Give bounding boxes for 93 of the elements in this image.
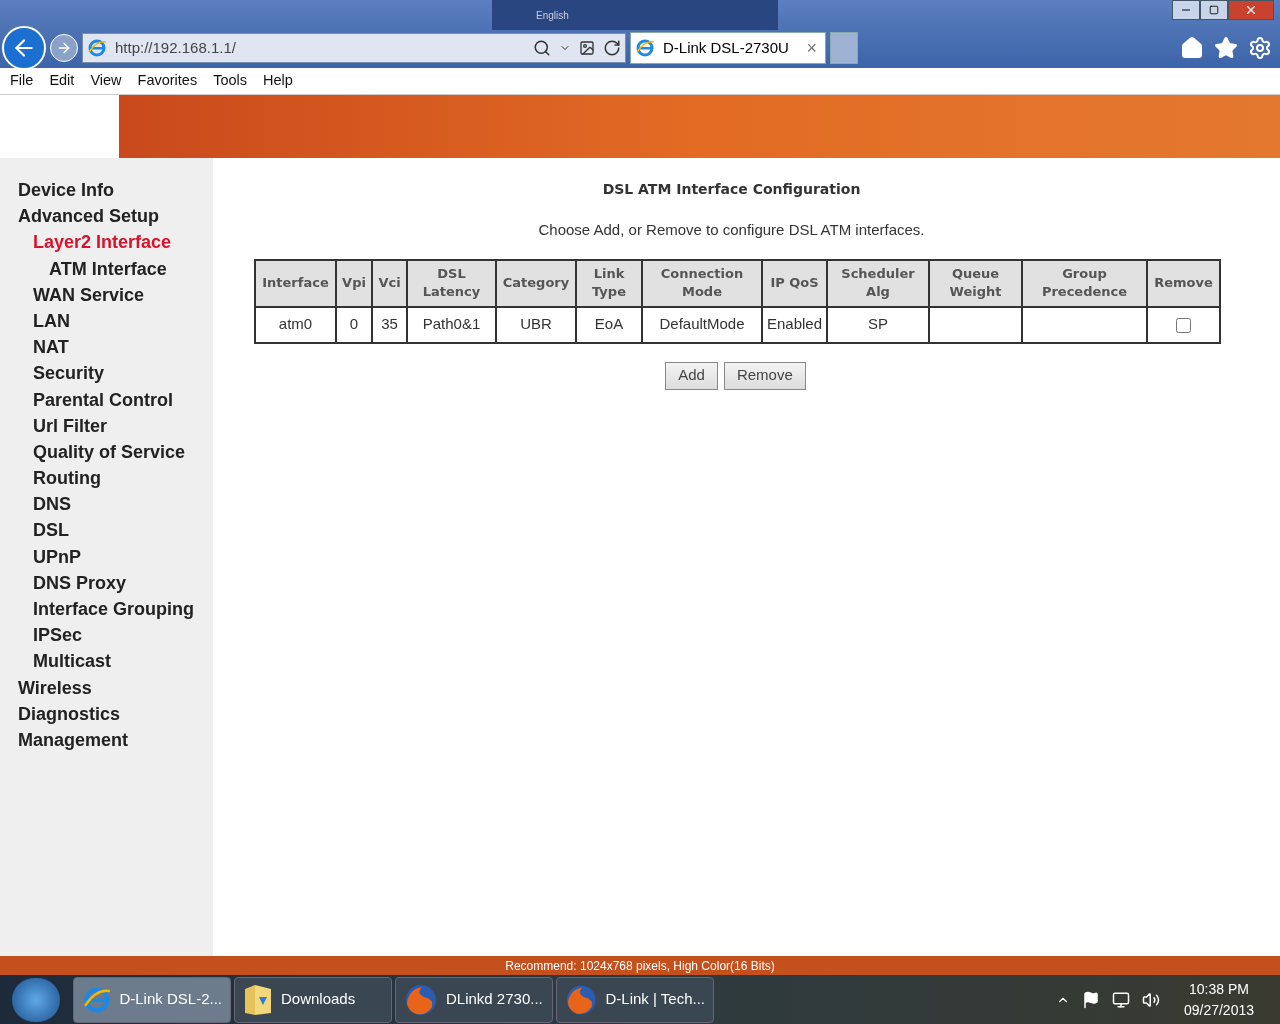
start-button[interactable] [12, 977, 60, 1022]
favorites-icon[interactable] [1214, 36, 1238, 60]
table-cell: 0 [336, 306, 372, 343]
column-header: IP QoS [762, 259, 827, 307]
sidebar-item[interactable]: Url Filter [0, 412, 213, 439]
table-cell: atm0 [255, 306, 336, 343]
sidebar-item[interactable]: Wireless [0, 674, 213, 701]
taskbar-label: D-Link DSL-2... [119, 989, 222, 1010]
taskbar-label: D-Link | Tech... [605, 989, 705, 1010]
table-cell: Path0&1 [407, 306, 496, 343]
taskbar-label: Downloads [281, 989, 356, 1010]
sidebar-item[interactable]: DNS Proxy [0, 569, 213, 596]
language-label: English [536, 8, 569, 23]
address-text: http://192.168.1.1/ [115, 37, 237, 58]
page-subtitle: Choose Add, or Remove to configure DSL ATM interfaces. [538, 220, 925, 240]
column-header: Vpi [336, 259, 372, 307]
table-cell: DefaultMode [642, 306, 762, 343]
table-cell: UBR [496, 306, 576, 343]
column-header: Vci [372, 259, 407, 307]
action-button[interactable]: Add [665, 361, 718, 390]
sidebar-item[interactable]: Quality of Service [0, 438, 213, 466]
browser-e-icon [635, 38, 655, 58]
forward-button[interactable] [50, 34, 78, 62]
taskbar-label: DLinkd 2730... [446, 989, 543, 1010]
flag-icon[interactable] [1081, 990, 1100, 1009]
compat-view-icon[interactable] [579, 40, 595, 56]
sidebar-item[interactable]: Diagnostics [0, 700, 213, 727]
browser-e-icon [87, 38, 107, 58]
sidebar-item[interactable]: Device Info [0, 177, 213, 204]
column-header: Category [496, 259, 576, 307]
search-icon[interactable] [533, 39, 551, 57]
taskbar-button[interactable]: D-Link | Tech... [556, 976, 714, 1023]
taskbar-button[interactable]: Downloads [234, 976, 392, 1023]
sidebar-item[interactable]: Security [0, 360, 213, 387]
column-header: Remove [1147, 259, 1220, 307]
column-header: Connection Mode [642, 259, 762, 307]
home-icon[interactable] [1180, 36, 1204, 60]
sidebar-item[interactable]: ATM Interface [0, 255, 213, 282]
column-header: DSL Latency [407, 259, 496, 307]
settings-icon[interactable] [1248, 36, 1272, 60]
table-cell: EoA [576, 306, 642, 343]
forward-arrow-icon [56, 40, 72, 56]
taskbar-button[interactable]: D-Link DSL-2... [73, 976, 231, 1023]
status-bar: Recommend: 1024x768 pixels, High Color(16 Bits) [0, 956, 1280, 975]
sidebar-item[interactable]: NAT [0, 334, 213, 361]
column-header: Scheduler Alg [827, 259, 929, 307]
column-header: Group Precedence [1022, 259, 1147, 307]
sidebar-item[interactable]: Multicast [0, 648, 213, 675]
sidebar-item[interactable]: Advanced Setup [0, 203, 213, 230]
page-title: DSL ATM Interface Configuration [602, 180, 861, 199]
fox-globe-icon [404, 982, 438, 1017]
menu-item[interactable]: File [2, 70, 42, 92]
back-button[interactable] [2, 26, 46, 70]
sidebar-item[interactable]: Parental Control [0, 386, 213, 413]
clock-date: 09/27/2013 [1183, 1000, 1254, 1020]
clock-time: 10:38 PM [1189, 979, 1249, 999]
address-field[interactable]: http://192.168.1.1/ [82, 33, 626, 63]
menu-item[interactable]: Help [255, 70, 301, 92]
maximize-button[interactable] [1200, 0, 1228, 20]
folder-icon [243, 982, 273, 1017]
sidebar-item[interactable]: Management [0, 726, 213, 754]
sidebar-item[interactable]: LAN [0, 307, 213, 335]
sidebar-item[interactable]: IPSec [0, 622, 213, 649]
table-cell: 35 [372, 306, 407, 343]
maximize-icon [1209, 5, 1219, 15]
table-cell: SP [827, 306, 929, 343]
sidebar-item[interactable]: Layer2 Interface [0, 229, 213, 256]
sidebar-item[interactable]: Routing [0, 465, 213, 492]
sidebar-item[interactable]: DSL [0, 517, 213, 544]
menu-item[interactable]: Edit [41, 70, 83, 92]
column-header: Interface [255, 259, 336, 307]
close-icon [1244, 3, 1258, 17]
menu-item[interactable]: View [82, 70, 130, 92]
action-button[interactable]: Remove [723, 361, 806, 390]
menu-item[interactable]: Favorites [129, 70, 206, 92]
close-button[interactable] [1228, 0, 1274, 20]
sidebar-item[interactable]: Interface Grouping [0, 596, 213, 623]
network-icon[interactable] [1111, 990, 1130, 1009]
browser-tab[interactable]: D-Link DSL-2730U × [630, 32, 826, 64]
tab-close[interactable]: × [806, 34, 821, 62]
volume-icon[interactable] [1141, 990, 1160, 1009]
taskbar-button[interactable]: DLinkd 2730... [395, 976, 553, 1023]
sidebar-item[interactable]: DNS [0, 491, 213, 518]
remove-checkbox[interactable] [1176, 317, 1191, 333]
sidebar-item[interactable]: UPnP [0, 543, 213, 570]
minimize-button[interactable] [1172, 0, 1200, 20]
tab-title: D-Link DSL-2730U [663, 37, 790, 58]
sidebar-item[interactable]: WAN Service [0, 281, 213, 308]
refresh-icon[interactable] [603, 39, 621, 57]
table-cell: Enabled [762, 306, 827, 343]
column-header: Queue Weight [929, 259, 1022, 307]
column-header: Link Type [576, 259, 642, 307]
menu-item[interactable]: Tools [205, 70, 256, 92]
